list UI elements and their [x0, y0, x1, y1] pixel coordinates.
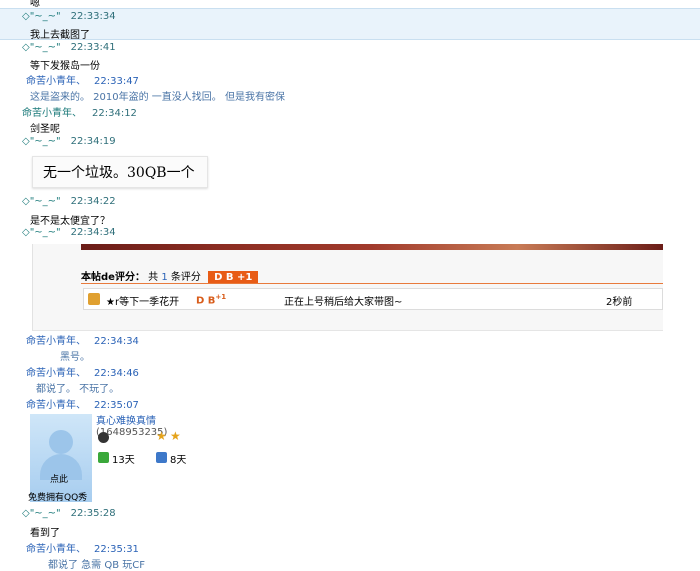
- message-text: 都说了。 不玩了。: [36, 384, 120, 395]
- avatar-cta-line1[interactable]: 点此: [50, 472, 68, 485]
- message-text: 等下发猴岛一份: [30, 61, 100, 72]
- message-header[interactable]: 命苦小青年、 22:33:47: [26, 72, 139, 87]
- rating-score-label: D B: [196, 295, 216, 307]
- message-time: 22:35:28: [70, 508, 116, 519]
- sender-name: 命苦小青年、: [26, 368, 86, 379]
- message-header[interactable]: ◇"~_~" 22:35:28: [22, 508, 116, 519]
- profile-nickname: 真心难换真情: [96, 416, 156, 427]
- rating-user: ★r等下一季花开: [106, 297, 180, 308]
- sender-name: 命苦小青年、: [26, 544, 86, 555]
- message-header[interactable]: ◇"~_~" 22:34:19: [22, 136, 116, 147]
- message-text: 都说了 急需 QB 玩CF: [48, 560, 146, 571]
- message-header[interactable]: 命苦小青年、 22:35:07: [26, 396, 139, 411]
- message-time: 22:33:41: [70, 42, 116, 53]
- large-font-message: 无一个垃圾。30QB一个: [32, 156, 208, 188]
- user-avatar-icon: [88, 293, 100, 305]
- message-time: 22:34:22: [70, 196, 116, 207]
- rating-title: 本帖de评分：: [81, 272, 145, 283]
- rating-time: 2秒前: [606, 297, 633, 308]
- embedded-screenshot-image[interactable]: 本帖de评分： 共 1 条评分 D B +1 ★r等下一季花开 D B+1 正在…: [32, 244, 663, 331]
- divider: [81, 283, 663, 284]
- avatar-cta-line2[interactable]: 免费拥有QQ秀: [28, 490, 87, 503]
- crown-icon: ★: [156, 429, 167, 443]
- message-time: 22:34:46: [94, 368, 139, 379]
- sender-name: 命苦小青年、: [22, 108, 82, 119]
- sender-name: 命苦小青年、: [26, 336, 86, 347]
- message-header[interactable]: 命苦小青年、 22:35:31: [26, 540, 139, 555]
- rating-score: D B+1: [196, 293, 226, 306]
- message-text: 剑圣呢: [30, 124, 60, 135]
- message-header[interactable]: ◇"~_~" 22:33:34: [22, 11, 116, 22]
- rating-reason: 正在上号稍后给大家带图~: [284, 297, 403, 308]
- message-time: 22:33:47: [94, 76, 139, 87]
- photo-strip: [81, 244, 663, 250]
- message-header[interactable]: 命苦小青年、 22:34:12: [22, 104, 137, 119]
- rating-total-suffix: 条评分: [170, 272, 201, 283]
- rating-total-count: 1: [161, 272, 168, 283]
- sender-name: ◇"~_~": [22, 196, 61, 207]
- sender-name: ◇"~_~": [22, 227, 61, 238]
- message-header[interactable]: ◇"~_~" 22:34:34: [22, 227, 116, 238]
- other-days: 8天: [170, 455, 187, 466]
- online-days-icon: [98, 452, 109, 463]
- sender-name: ◇"~_~": [22, 42, 61, 53]
- message-text: 我上去截图了: [30, 30, 90, 41]
- message-text: 黑号。: [60, 352, 90, 363]
- message-time: 22:34:12: [92, 108, 137, 119]
- rating-total-prefix: 共: [148, 272, 159, 283]
- message-header[interactable]: ◇"~_~" 22:34:22: [22, 196, 116, 207]
- message-time: 22:34:34: [94, 336, 139, 347]
- message-time: 22:34:19: [70, 136, 116, 147]
- message-header[interactable]: ◇"~_~" 22:33:41: [22, 42, 116, 53]
- sender-name: ◇"~_~": [22, 508, 61, 519]
- online-days: 13天: [112, 455, 135, 466]
- message-time: 22:35:31: [94, 544, 139, 555]
- message-time: 22:33:34: [70, 11, 116, 22]
- message-header[interactable]: 命苦小青年、 22:34:34: [26, 332, 139, 347]
- avatar-head: [49, 430, 73, 454]
- other-days-icon: [156, 452, 167, 463]
- penguin-icon: [98, 432, 109, 443]
- sender-name: 命苦小青年、: [26, 76, 86, 87]
- message-text: 这是盗来的。 2010年盗的 一直没人找回。 但是我有密保: [30, 92, 285, 103]
- message-time: 22:34:34: [70, 227, 116, 238]
- rating-score-value: +1: [215, 293, 227, 301]
- qq-show-avatar[interactable]: [30, 414, 92, 502]
- rating-row: ★r等下一季花开 D B+1 正在上号稍后给大家带图~ 2秒前: [83, 288, 663, 310]
- sender-name: ◇"~_~": [22, 11, 61, 22]
- message-header[interactable]: 命苦小青年、 22:34:46: [26, 364, 139, 379]
- message-text: 是不是太便宜了？: [30, 216, 110, 227]
- message-text: 看到了: [30, 528, 60, 539]
- sender-name: ◇"~_~": [22, 136, 61, 147]
- crown-icon: ★: [170, 429, 181, 443]
- rating-summary: 本帖de评分： 共 1 条评分 D B +1: [81, 268, 259, 284]
